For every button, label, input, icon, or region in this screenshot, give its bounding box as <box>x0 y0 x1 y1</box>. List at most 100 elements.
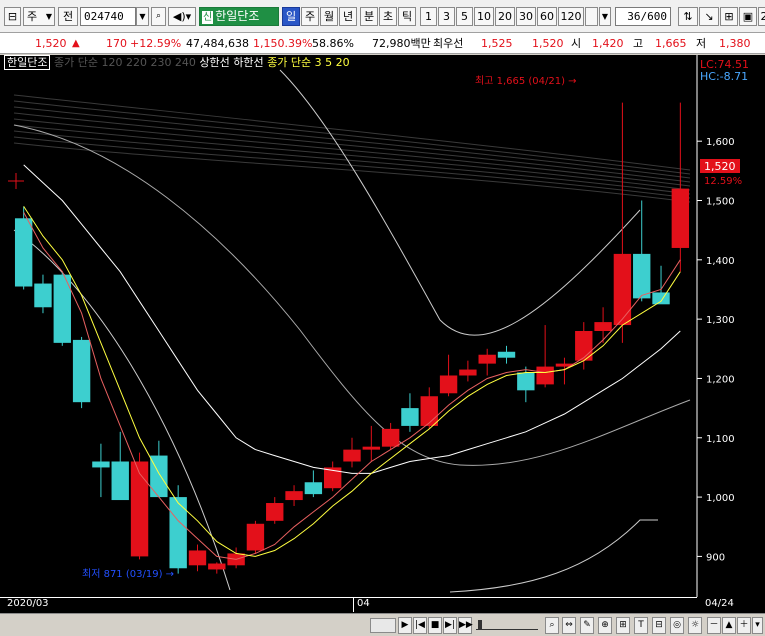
code-dropdown-icon[interactable]: ▼ <box>136 7 149 26</box>
ruler-icon[interactable]: ⊞ <box>616 617 630 634</box>
candle-body <box>92 461 110 468</box>
more-icon[interactable]: ▾ <box>752 617 763 634</box>
zoom-slider[interactable] <box>476 620 538 630</box>
candle-body <box>362 446 381 450</box>
y-tick-label: 1,300 <box>706 315 735 326</box>
date-label-start: 2020/03 <box>7 598 49 609</box>
scroll-up-button[interactable]: ▲ <box>722 617 736 634</box>
next-page-button[interactable]: ▶| <box>443 617 457 634</box>
up-arrow-icon: ▲ <box>72 38 80 49</box>
y-tick-label: 1,500 <box>706 197 735 208</box>
candle-body <box>130 461 149 557</box>
best-ask-label: 최우선 <box>433 37 464 50</box>
tab-month[interactable]: 월 <box>320 7 338 26</box>
legend-lower-limit[interactable]: 하한선 <box>233 56 263 69</box>
candle-body <box>613 253 632 326</box>
bottom-band-line <box>449 519 658 593</box>
minute-custom-input[interactable] <box>585 7 598 26</box>
candle-body <box>497 351 516 358</box>
tab-day[interactable]: 일 <box>282 7 300 26</box>
stop-button[interactable]: ■ <box>428 617 442 634</box>
zoom-out-button[interactable]: － <box>707 617 721 634</box>
scroll-right-button[interactable]: ▶ <box>398 617 412 634</box>
minute-20[interactable]: 20 <box>495 7 515 26</box>
minute-60[interactable]: 60 <box>537 7 557 26</box>
stock-name-field[interactable]: 신 한일단조 <box>199 7 279 26</box>
minute-1[interactable]: 1 <box>420 7 437 26</box>
chart-menu-icon[interactable]: ⊟ <box>4 7 21 26</box>
legend-ma-long[interactable]: 종가 단순 120 220 230 240 <box>54 56 196 69</box>
period-type-select[interactable]: 주 ▼ <box>23 7 55 26</box>
candle-body <box>439 375 458 394</box>
minute-30[interactable]: 30 <box>516 7 536 26</box>
y-tick-label: 1,100 <box>706 434 735 445</box>
compare-icon[interactable]: ⇅ <box>678 7 698 26</box>
candle-body <box>343 449 361 462</box>
sun-icon[interactable]: ☼ <box>688 617 702 634</box>
magnifier-icon[interactable]: ⌕ <box>545 617 559 634</box>
scrollbar-track[interactable] <box>370 618 396 633</box>
low-annotation: 최저 871 (03/19) → <box>82 568 174 580</box>
legend-upper-limit[interactable]: 상한선 <box>199 56 229 69</box>
minute-10[interactable]: 10 <box>474 7 494 26</box>
candle-body <box>34 283 52 308</box>
text-icon[interactable]: T <box>634 617 648 634</box>
first-page-button[interactable]: |◀ <box>413 617 427 634</box>
chart-toolbar: ⊟ 주 ▼ 전 024740 ▼ ⌕ ◀)▾ 신 한일단조 일 주 월 년 분 초 … <box>0 0 765 33</box>
candle-body <box>285 491 303 501</box>
ma3-line <box>23 212 681 560</box>
zoom-slider-handle[interactable] <box>478 620 482 630</box>
tab-minute[interactable]: 분 <box>360 7 378 26</box>
draw-icon[interactable]: ✎ <box>580 617 594 634</box>
candle-body <box>266 503 284 521</box>
candle-body <box>536 366 554 385</box>
ma20-line <box>23 164 681 474</box>
candlestick-chart[interactable]: 900 1,000 1,100 1,200 1,300 1,400 1,500 1,600 최… <box>0 55 765 597</box>
long-ma-line <box>13 112 691 183</box>
scroll-icon[interactable]: ⇔ <box>562 617 576 634</box>
y-tick-label: 1,400 <box>706 256 735 267</box>
candle-body <box>188 550 207 566</box>
open-label: 시 <box>571 37 582 50</box>
low-label: 저 <box>696 37 707 50</box>
grid-toggle-icon[interactable]: ⊟ <box>652 617 666 634</box>
y-tick-label: 900 <box>706 552 725 563</box>
settings-icon[interactable]: ⊞ <box>720 7 738 26</box>
price-chart-area[interactable]: 900 1,000 1,100 1,200 1,300 1,400 1,500 1,600 최… <box>0 55 765 636</box>
candle-body <box>111 461 129 501</box>
open-price: 1,420 <box>592 37 624 50</box>
legend-stock-name[interactable]: 한일단조 <box>4 55 51 70</box>
candle-body <box>246 523 265 551</box>
sound-icon[interactable]: ◀)▾ <box>168 7 196 26</box>
last-page-button[interactable]: ▶▶ <box>458 617 473 634</box>
tab-tick[interactable]: 틱 <box>398 7 416 26</box>
current-rate-tag: 12.59% <box>704 176 742 187</box>
minute-120[interactable]: 120 <box>558 7 584 26</box>
tab-week[interactable]: 주 <box>301 7 319 26</box>
long-ma-line <box>13 142 691 203</box>
crosshair-icon[interactable]: ⊕ <box>598 617 612 634</box>
candle-body <box>401 408 419 426</box>
high-label: 고 <box>633 37 644 50</box>
window-number[interactable]: 2 <box>758 7 765 26</box>
tab-year[interactable]: 년 <box>339 7 357 26</box>
search-icon[interactable]: ⌕ <box>151 7 166 26</box>
zoom-in-button[interactable]: ＋ <box>737 617 751 634</box>
minute-dropdown-icon[interactable]: ▼ <box>599 7 611 26</box>
window-icon[interactable]: ▣ <box>739 7 757 26</box>
count-field[interactable]: 36/600 <box>615 7 671 26</box>
chart-legend: 한일단조 종가 단순 120 220 230 240 상한선 하한선 종가 단순… <box>4 55 350 71</box>
best-bid: 1,520 <box>532 37 564 50</box>
eye-icon[interactable]: ◎ <box>670 617 684 634</box>
minute-3[interactable]: 3 <box>438 7 455 26</box>
candle-body <box>169 497 187 569</box>
prev-button[interactable]: 전 <box>58 7 78 26</box>
candle-body <box>459 369 477 376</box>
minute-5[interactable]: 5 <box>456 7 473 26</box>
candle-body <box>652 292 670 305</box>
stock-code-input[interactable]: 024740 <box>80 7 136 26</box>
legend-ma-short[interactable]: 종가 단순 3 5 20 <box>267 56 349 69</box>
volume: 47,484,638 <box>186 37 249 50</box>
trend-tool-icon[interactable]: ↘ <box>699 7 719 26</box>
tab-second[interactable]: 초 <box>379 7 397 26</box>
